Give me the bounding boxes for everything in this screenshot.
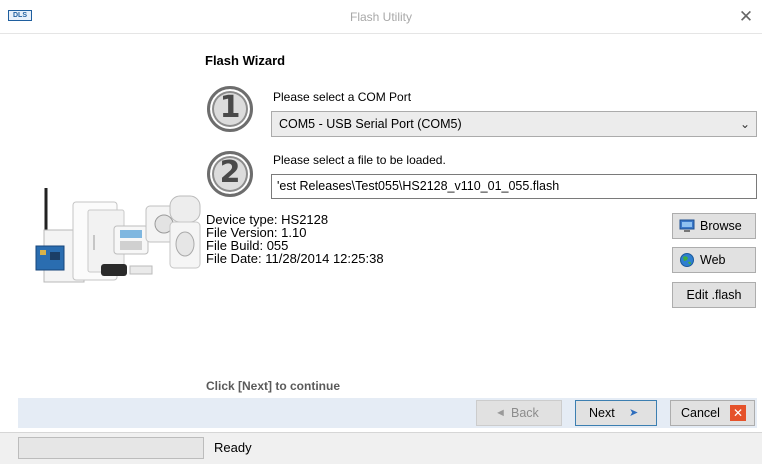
status-bar: Ready [0,432,762,464]
arrow-right-icon: ➤ [629,407,639,419]
cancel-button[interactable]: Cancel ✕ [670,400,755,426]
web-button[interactable]: Web [672,247,756,273]
progress-bar [18,437,204,459]
continue-hint: Click [Next] to continue [206,379,341,393]
com-port-select[interactable]: COM5 - USB Serial Port (COM5) ⌄ [271,111,757,137]
next-label: Next [589,406,615,420]
com-port-label: Please select a COM Port [273,90,412,104]
close-button[interactable]: ✕ [730,0,762,34]
file-date-text: File Date: 11/28/2014 12:25:38 [206,251,384,266]
web-label: Web [700,253,726,267]
step-1-badge: 1 [207,86,253,132]
title-bar: DLS Flash Utility ✕ [0,0,762,34]
browse-button[interactable]: Browse [672,213,756,239]
computer-icon [679,219,695,232]
red-x-icon: ✕ [730,405,746,421]
arrow-left-icon: ◄ [495,407,506,419]
edit-flash-label: Edit .flash [686,288,742,302]
window-title: Flash Utility [349,10,412,24]
file-path-field[interactable]: 'est Releases\Test055\HS2128_v110_01_055… [271,174,757,199]
cancel-label: Cancel [681,406,720,420]
step-2-badge: 2 [207,151,253,197]
globe-icon [680,253,694,267]
security-devices-image [35,188,201,283]
wizard-title: Flash Wizard [205,53,286,68]
back-label: Back [511,406,539,420]
com-port-value: COM5 - USB Serial Port (COM5) [279,117,462,131]
browse-label: Browse [700,219,742,233]
file-select-label: Please select a file to be loaded. [273,153,446,167]
file-path-value: 'est Releases\Test055\HS2128_v110_01_055… [277,179,560,193]
chevron-down-icon[interactable]: ⌄ [740,112,750,136]
next-button[interactable]: Next ➤ [575,400,657,426]
status-text: Ready [214,440,252,455]
edit-flash-button[interactable]: Edit .flash [672,282,756,308]
back-button[interactable]: ◄ Back [476,400,562,426]
